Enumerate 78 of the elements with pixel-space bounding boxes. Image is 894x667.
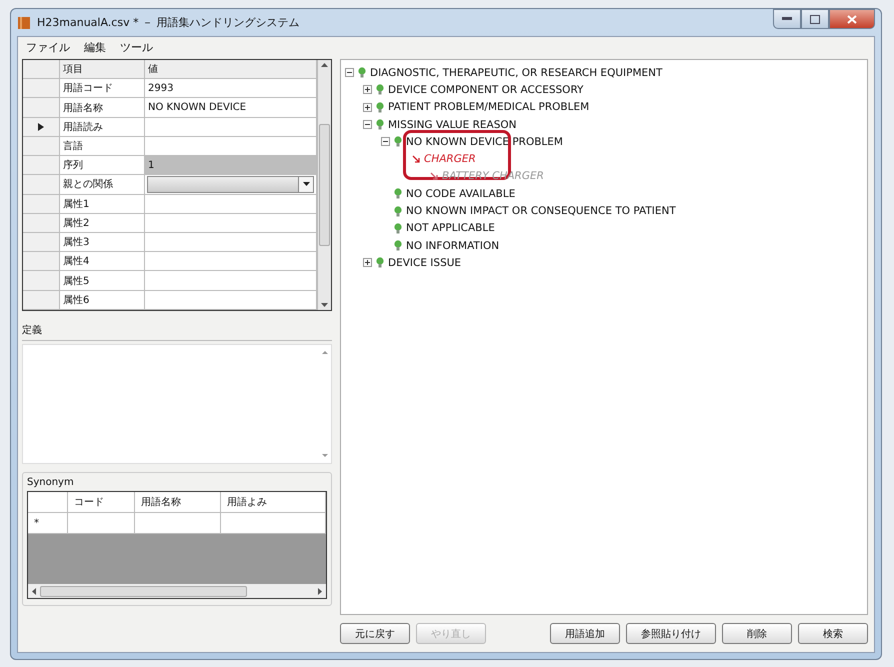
minimize-icon — [782, 17, 792, 21]
scroll-left-icon[interactable] — [32, 588, 36, 594]
menu-item[interactable]: ファイル — [26, 40, 70, 56]
column-header: 用語よみ — [221, 492, 326, 512]
action-button[interactable]: 削除 — [722, 623, 792, 644]
menu-item[interactable]: 編集 — [84, 40, 106, 56]
tree-item[interactable]: MISSING VALUE REASON — [388, 118, 516, 131]
collapse-icon[interactable] — [363, 120, 372, 130]
bulb-icon — [357, 67, 367, 78]
action-button[interactable]: 用語追加 — [550, 623, 620, 644]
tree-item[interactable]: CHARGER — [424, 153, 476, 166]
tree-item[interactable]: NO KNOWN DEVICE PROBLEM — [406, 136, 563, 148]
column-header: 項目 — [60, 60, 145, 78]
tree-item[interactable]: NO KNOWN IMPACT OR CONSEQUENCE TO PATIENT — [406, 205, 676, 218]
property-name: 用語名称 — [60, 98, 145, 117]
bulb-icon — [375, 257, 385, 268]
group-title: Synonym — [27, 477, 75, 488]
property-name: 属性3 — [60, 233, 145, 252]
row-pointer-icon — [38, 122, 44, 131]
bulb-icon — [375, 119, 385, 130]
scroll-thumb[interactable] — [40, 586, 247, 596]
collapse-icon[interactable] — [345, 68, 354, 78]
property-name: 用語読み — [60, 118, 145, 136]
bulb-icon — [393, 240, 403, 252]
expand-icon[interactable] — [363, 258, 372, 268]
scroll-up-icon[interactable] — [321, 63, 328, 67]
bulb-icon — [393, 222, 403, 234]
window-title: H23manualA.csv * － 用語集ハンドリングシステム — [37, 15, 300, 30]
action-button[interactable]: 参照貼り付け — [626, 623, 716, 644]
definition-field[interactable] — [22, 344, 332, 464]
expand-icon[interactable] — [363, 85, 372, 94]
expand-icon[interactable] — [363, 102, 372, 112]
property-name: 属性5 — [60, 271, 145, 290]
column-header: 値 — [145, 60, 317, 78]
tree-item[interactable]: NO INFORMATION — [406, 240, 500, 252]
bulb-icon — [393, 206, 403, 217]
scroll-down-icon[interactable] — [321, 303, 328, 307]
tree-item[interactable]: DEVICE ISSUE — [388, 256, 462, 269]
definition-label: 定義 — [22, 323, 332, 341]
action-button[interactable]: 元に戻す — [340, 623, 410, 644]
scroll-down-icon[interactable] — [322, 454, 328, 457]
tree-item[interactable]: DEVICE COMPONENT OR ACCESSORY — [388, 84, 584, 96]
minimize-button[interactable] — [773, 9, 801, 29]
bulb-icon — [393, 188, 403, 200]
arrow-icon — [411, 154, 421, 164]
property-name: 属性2 — [60, 214, 145, 232]
action-button[interactable]: 検索 — [798, 623, 868, 644]
property-name: 言語 — [60, 136, 145, 156]
book-icon — [17, 16, 31, 30]
property-name: 用語コード — [60, 79, 145, 98]
arrow-icon — [429, 171, 439, 182]
column-header: コード — [68, 492, 135, 512]
caret-icon — [302, 182, 310, 186]
maximize-icon — [810, 14, 820, 24]
maximize-button[interactable] — [801, 9, 829, 29]
dropdown[interactable] — [147, 176, 314, 193]
bulb-icon — [393, 136, 403, 148]
scroll-up-icon[interactable] — [322, 351, 328, 354]
column-header: 用語名称 — [135, 492, 221, 512]
menu-item[interactable]: ツール — [120, 40, 153, 56]
tree-item[interactable]: NOT APPLICABLE — [406, 222, 495, 234]
scrollbar[interactable] — [317, 60, 331, 310]
close-button[interactable] — [829, 9, 875, 29]
collapse-icon[interactable] — [381, 137, 390, 146]
tree-item[interactable]: DIAGNOSTIC, THERAPEUTIC, OR RESEARCH EQUIPMENT — [370, 66, 662, 79]
scroll-right-icon[interactable] — [318, 588, 322, 594]
close-icon — [847, 14, 857, 24]
property-name: 属性6 — [60, 290, 145, 309]
property-name: 属性4 — [60, 252, 145, 270]
property-name: 属性1 — [60, 194, 145, 213]
tree-item[interactable]: NO CODE AVAILABLE — [406, 188, 516, 200]
tree-item[interactable]: PATIENT PROBLEM/MEDICAL PROBLEM — [388, 101, 590, 114]
scroll-thumb[interactable] — [319, 124, 330, 246]
scrollbar[interactable] — [28, 584, 326, 598]
property-name: 親との関係 — [60, 175, 145, 194]
bulb-icon — [375, 102, 385, 113]
bulb-icon — [375, 84, 385, 96]
row-header[interactable] — [23, 118, 60, 136]
